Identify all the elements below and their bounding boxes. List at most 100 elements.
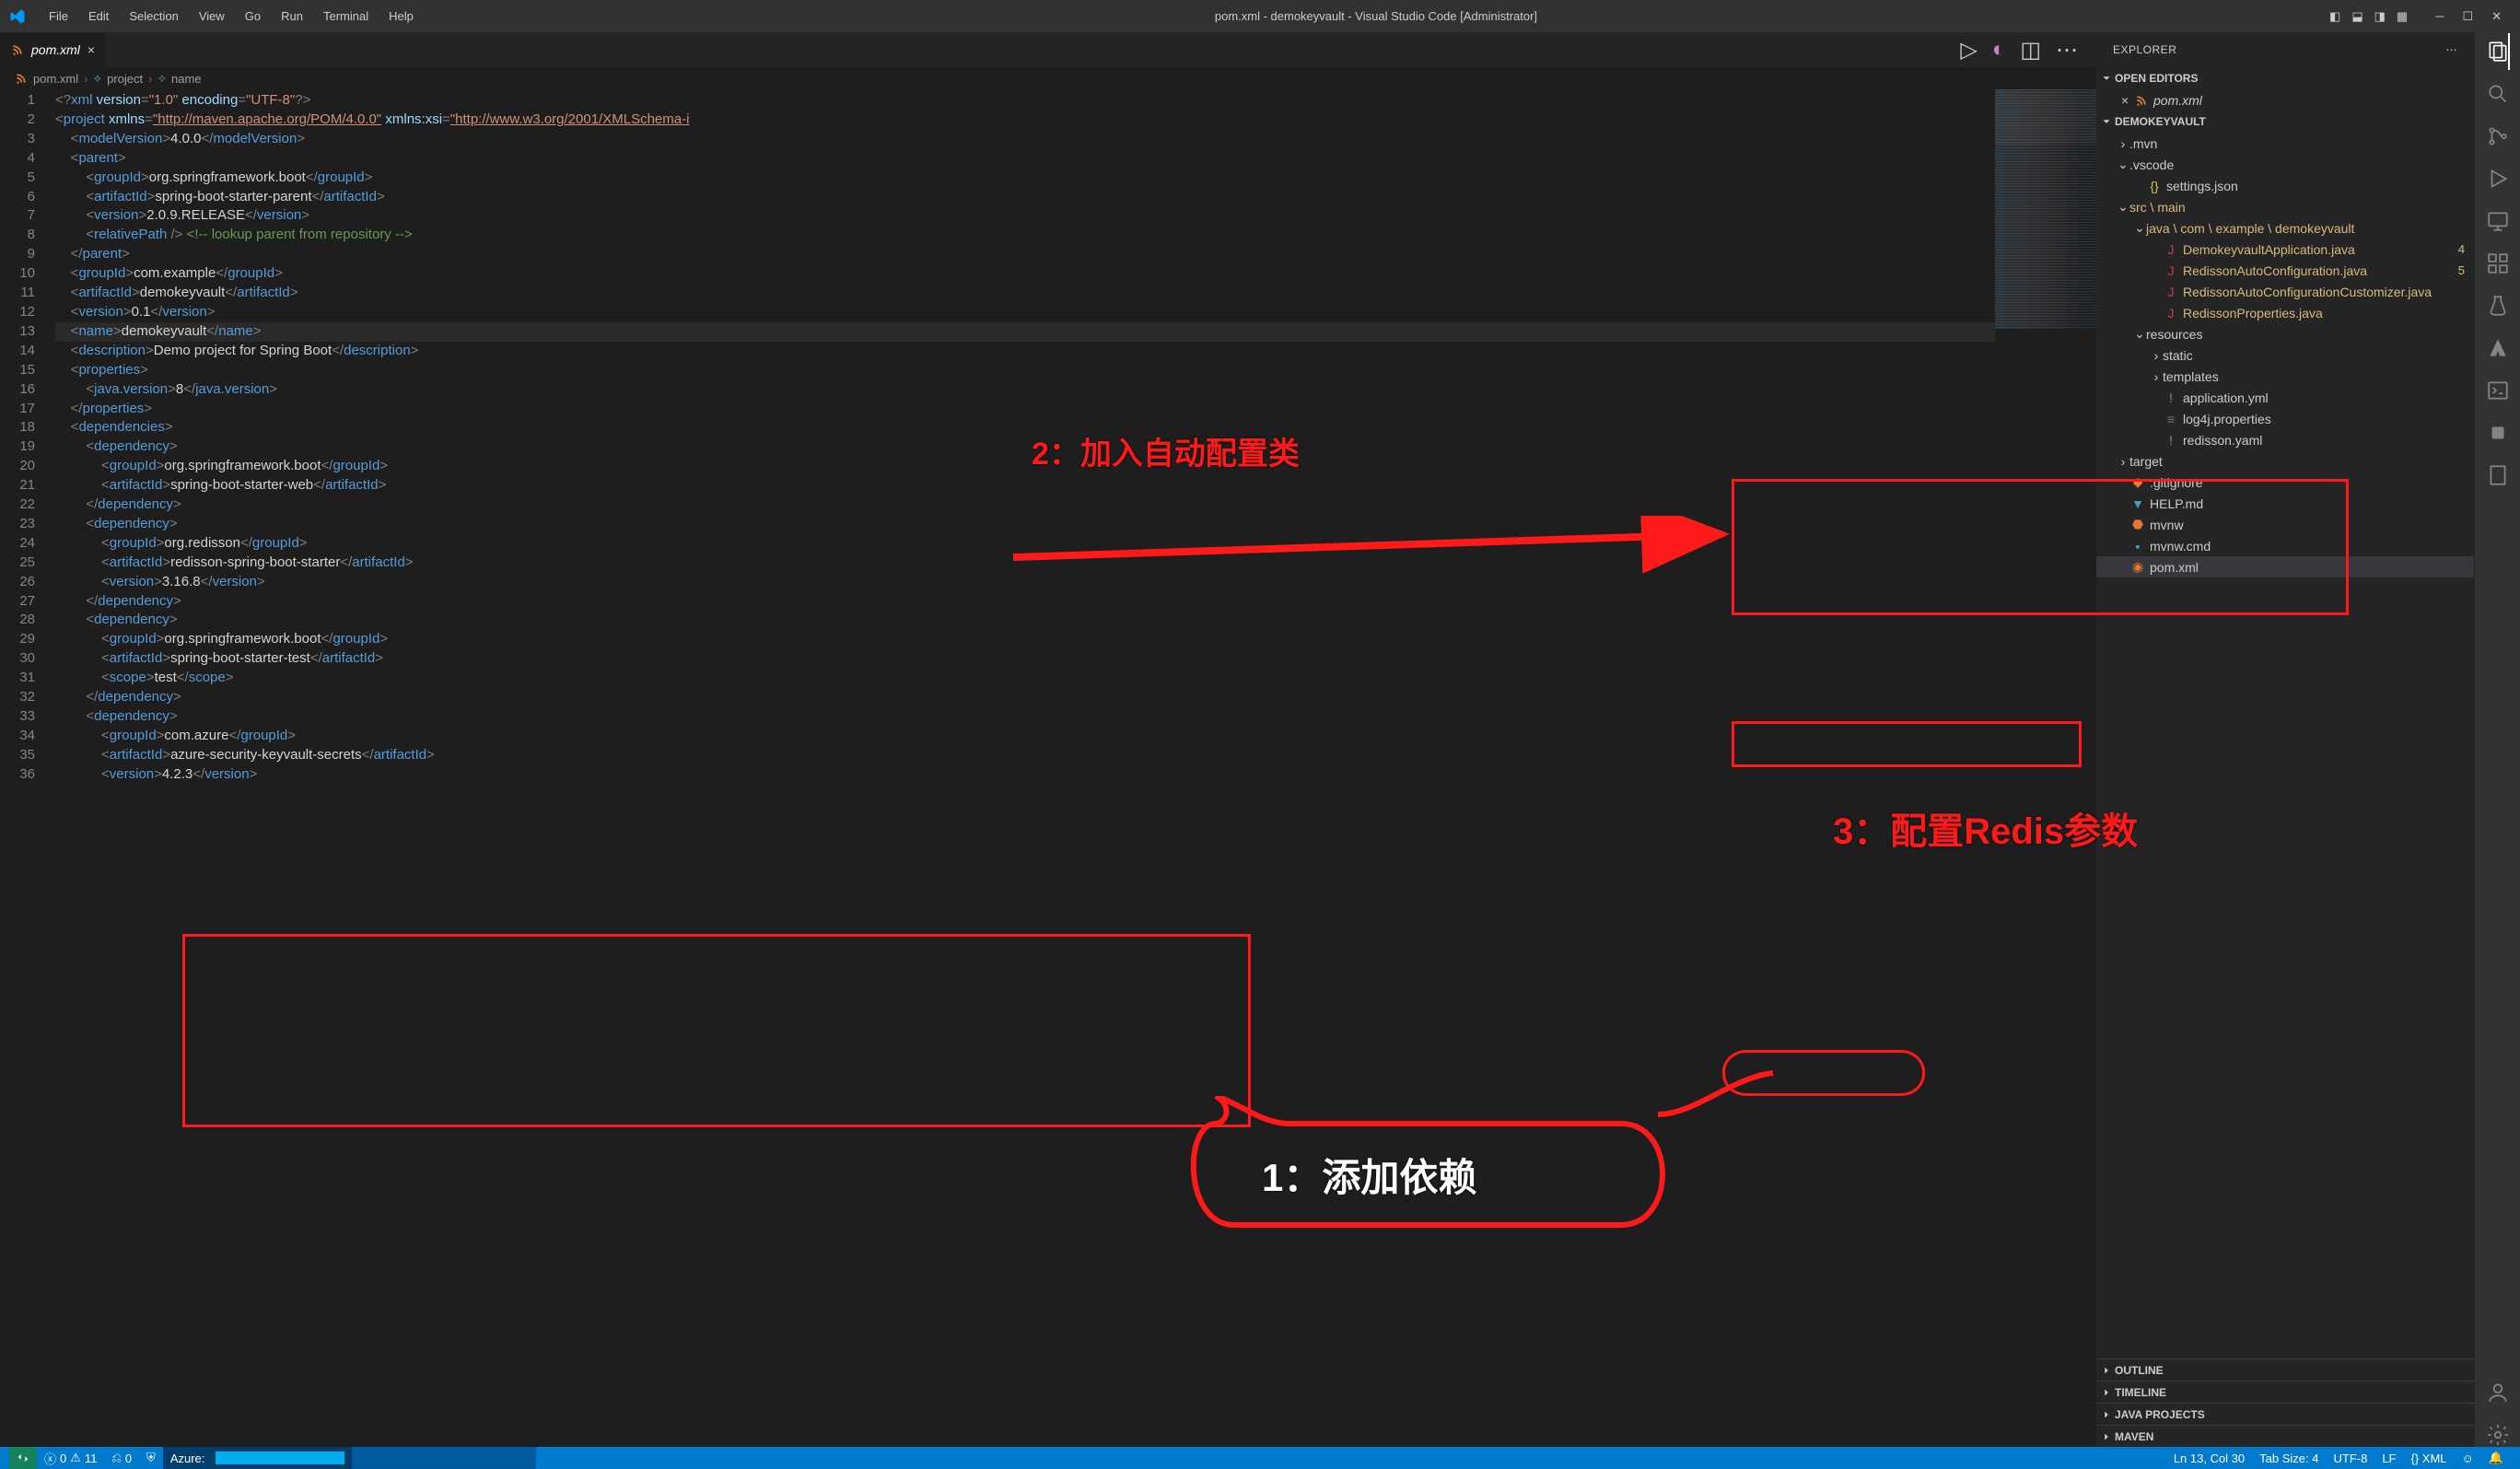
tree-item-src-main[interactable]: ⌄src \ main — [2096, 196, 2474, 217]
vscode-logo-icon — [9, 8, 26, 25]
search-icon[interactable] — [2486, 82, 2510, 106]
tree-item-mvnw[interactable]: ⬣mvnw — [2096, 514, 2474, 535]
tree-item-templates[interactable]: ›templates — [2096, 366, 2474, 387]
menu-terminal[interactable]: Terminal — [314, 6, 378, 27]
menu-edit[interactable]: Edit — [79, 6, 118, 27]
section-outline[interactable]: OUTLINE — [2096, 1358, 2474, 1381]
open-editor-file: pom.xml — [2153, 93, 2202, 108]
explorer-header: EXPLORER ⋯ — [2096, 32, 2474, 67]
tree-item-help-md[interactable]: ▼HELP.md — [2096, 493, 2474, 514]
menu-go[interactable]: Go — [236, 6, 270, 27]
tree-item-redissonautoconfiguration-java[interactable]: JRedissonAutoConfiguration.java5 — [2096, 260, 2474, 281]
minimap[interactable] — [1995, 89, 2096, 1447]
line-col[interactable]: Ln 13, Col 30 — [2166, 1451, 2252, 1465]
extensions-icon[interactable] — [2486, 251, 2510, 275]
tree-item-redissonautoconfigurationcustomizer-java[interactable]: JRedissonAutoConfigurationCustomizer.jav… — [2096, 281, 2474, 302]
tree-item-redissonproperties-java[interactable]: JRedissonProperties.java — [2096, 302, 2474, 323]
more-icon[interactable]: ⋯ — [2056, 37, 2078, 64]
code-editor[interactable]: 1234567891011121314151617181920212223242… — [0, 89, 2096, 1447]
chevron-right-icon: › — [148, 72, 152, 86]
tree-item-pom-xml[interactable]: ◉pom.xml — [2096, 556, 2474, 577]
panel-bottom-icon[interactable]: ⬓ — [2351, 9, 2362, 24]
section-timeline[interactable]: TIMELINE — [2096, 1381, 2474, 1403]
menu-run[interactable]: Run — [272, 6, 312, 27]
project-section[interactable]: DEMOKEYVAULT — [2096, 111, 2474, 133]
close-icon[interactable]: ✕ — [2491, 9, 2502, 24]
tab-pom-xml[interactable]: pom.xml × — [0, 32, 107, 67]
terminal-icon[interactable] — [2486, 379, 2510, 402]
run-debug-icon[interactable] — [2486, 167, 2510, 191]
encoding[interactable]: UTF-8 — [2326, 1451, 2374, 1465]
open-editors-section[interactable]: OPEN EDITORS — [2096, 67, 2474, 89]
section-java-projects[interactable]: JAVA PROJECTS — [2096, 1403, 2474, 1425]
explorer-panel: EXPLORER ⋯ OPEN EDITORS × pom.xml DEMOKE… — [2096, 32, 2474, 1447]
tab-close-icon[interactable]: × — [88, 42, 95, 57]
code-body[interactable]: <?xml version="1.0" encoding="UTF-8"?><p… — [55, 89, 2096, 1447]
explorer-title: EXPLORER — [2113, 43, 2176, 56]
menu-file[interactable]: File — [40, 6, 77, 27]
menu-view[interactable]: View — [190, 6, 234, 27]
settings-icon[interactable] — [2486, 1423, 2510, 1447]
close-icon[interactable]: × — [2117, 93, 2133, 108]
color-icon[interactable]: ◐ — [1992, 37, 2006, 64]
account-icon[interactable] — [2486, 1381, 2510, 1405]
menu-help[interactable]: Help — [379, 6, 423, 27]
teams-icon[interactable] — [2486, 421, 2510, 445]
breadcrumb[interactable]: pom.xml › ⟡ project › ⟡ name — [0, 67, 2096, 89]
ports[interactable]: ⎌0 — [104, 1451, 139, 1465]
maximize-icon[interactable]: ☐ — [2462, 9, 2473, 24]
eol[interactable]: LF — [2374, 1451, 2403, 1465]
panel-right-icon[interactable]: ◨ — [2374, 9, 2386, 24]
minimap-slider[interactable] — [1995, 89, 2096, 145]
chevron-right-icon: › — [84, 72, 88, 86]
explorer-icon[interactable] — [2486, 40, 2510, 64]
feedback-icon[interactable]: ☺ — [2455, 1451, 2481, 1465]
language-mode[interactable]: {} XML — [2404, 1451, 2455, 1465]
tree-item-resources[interactable]: ⌄resources — [2096, 323, 2474, 344]
remote-explorer-icon[interactable] — [2486, 209, 2510, 233]
layout-icon[interactable]: ▦ — [2397, 9, 2408, 24]
activity-bar — [2474, 32, 2520, 1447]
tab-size[interactable]: Tab Size: 4 — [2252, 1451, 2326, 1465]
notifications-icon[interactable]: 🔔 — [2481, 1451, 2511, 1465]
error-icon: ⓧ — [44, 1450, 56, 1467]
tree-item-demokeyvaultapplication-java[interactable]: JDemokeyvaultApplication.java4 — [2096, 239, 2474, 260]
tree-item-mvnw-cmd[interactable]: ▪mvnw.cmd — [2096, 535, 2474, 556]
more-icon[interactable]: ⋯ — [2446, 43, 2458, 56]
testing-icon[interactable] — [2486, 294, 2510, 318]
title-bar: FileEditSelectionViewGoRunTerminalHelp p… — [0, 0, 2520, 32]
split-icon[interactable]: ◫ — [2020, 37, 2041, 64]
azure-account[interactable]: Azure: — [163, 1447, 352, 1469]
tab-label: pom.xml — [31, 42, 80, 57]
azure-icon[interactable] — [2486, 336, 2510, 360]
tree-item--vscode[interactable]: ⌄.vscode — [2096, 154, 2474, 175]
shield-icon[interactable]: ⛨ — [139, 1451, 163, 1465]
remote-indicator[interactable] — [9, 1447, 37, 1469]
bookmark-icon[interactable] — [2486, 463, 2510, 487]
errors-warnings[interactable]: ⓧ0 ⚠11 — [37, 1450, 104, 1467]
tree-item-application-yml[interactable]: !application.yml — [2096, 387, 2474, 408]
run-icon[interactable]: ▷ — [1960, 37, 1977, 64]
panel-left-icon[interactable]: ◧ — [2329, 9, 2340, 24]
section-maven[interactable]: MAVEN — [2096, 1425, 2474, 1447]
menu-selection[interactable]: Selection — [120, 6, 187, 27]
tree-item-java-com-example-demokeyvault[interactable]: ⌄java \ com \ example \ demokeyvault — [2096, 217, 2474, 239]
file-tree: ›.mvn⌄.vscode{}settings.json⌄src \ main⌄… — [2096, 133, 2474, 1358]
minimize-icon[interactable]: ─ — [2435, 9, 2444, 24]
editor-tabs: pom.xml × ▷ ◐ ◫ ⋯ — [0, 32, 2096, 67]
source-control-icon[interactable] — [2486, 124, 2510, 148]
editor-panel: pom.xml × ▷ ◐ ◫ ⋯ pom.xml › ⟡ project › … — [0, 32, 2096, 1447]
tree-item-static[interactable]: ›static — [2096, 344, 2474, 366]
line-gutter: 1234567891011121314151617181920212223242… — [0, 89, 55, 1447]
rss-icon — [2133, 94, 2150, 107]
tree-item-target[interactable]: ›target — [2096, 450, 2474, 472]
tree-item-settings-json[interactable]: {}settings.json — [2096, 175, 2474, 196]
tree-item--mvn[interactable]: ›.mvn — [2096, 133, 2474, 154]
tree-item-log4j-properties[interactable]: ≡log4j.properties — [2096, 408, 2474, 429]
breadcrumb-file: pom.xml — [33, 72, 78, 86]
tree-item--gitignore[interactable]: ◆.gitignore — [2096, 472, 2474, 493]
azure-account-redacted — [216, 1452, 344, 1464]
tree-item-redisson-yaml[interactable]: !redisson.yaml — [2096, 429, 2474, 450]
open-editors-item[interactable]: × pom.xml — [2096, 89, 2474, 111]
breadcrumb-node2: name — [171, 72, 202, 86]
